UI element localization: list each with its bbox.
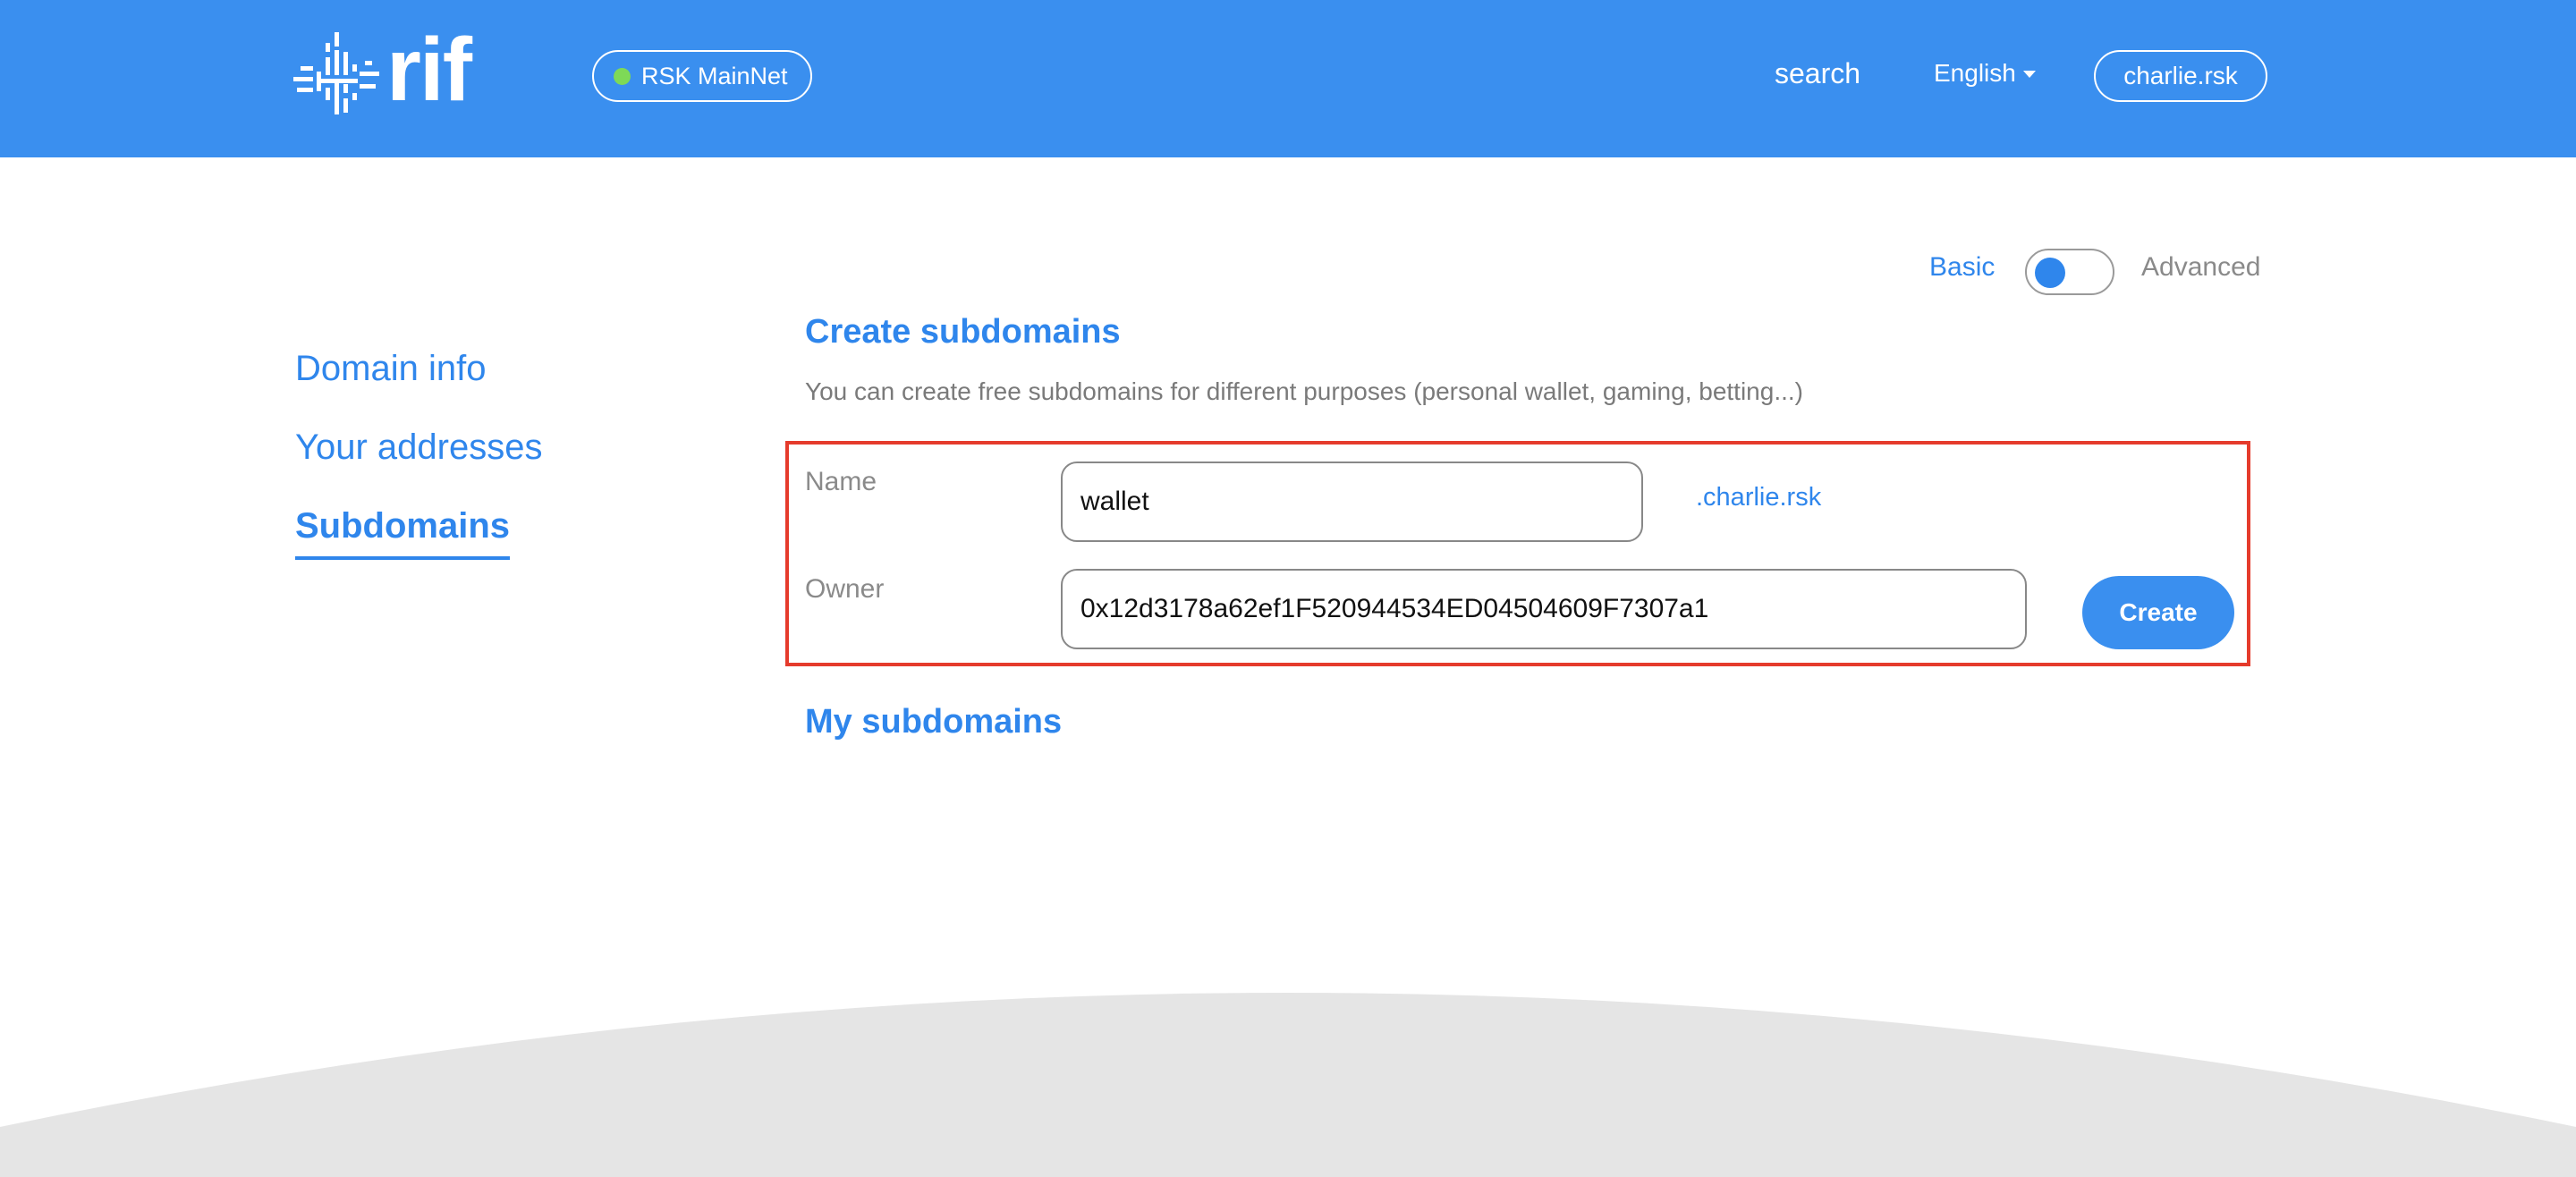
language-label: English xyxy=(1934,59,2016,87)
account-button[interactable]: charlie.rsk xyxy=(2094,50,2267,102)
page: rif RSK MainNet search English charlie.r… xyxy=(0,0,2576,1177)
account-label: charlie.rsk xyxy=(2123,62,2238,89)
create-button[interactable]: Create xyxy=(2082,576,2234,649)
network-indicator[interactable]: RSK MainNet xyxy=(592,50,812,102)
mode-toggle-switch[interactable] xyxy=(2025,249,2114,295)
mode-advanced-label[interactable]: Advanced xyxy=(2141,252,2260,283)
top-header: rif RSK MainNet search English charlie.r… xyxy=(0,0,2576,157)
active-tab-underline xyxy=(295,556,510,560)
rif-logo[interactable]: rif xyxy=(293,25,481,123)
sidebar-item-subdomains[interactable]: Subdomains xyxy=(295,506,510,546)
sidebar-item-domain-info[interactable]: Domain info xyxy=(295,349,486,389)
create-subdomains-description: You can create free subdomains for diffe… xyxy=(805,377,1803,405)
footer-wave xyxy=(0,993,2576,1177)
create-subdomains-title: Create subdomains xyxy=(805,313,1121,351)
logo-wordmark: rif xyxy=(386,20,472,120)
owner-address-input[interactable]: 0x12d3178a62ef1F520944534ED04504609F7307… xyxy=(1061,569,2027,649)
mode-basic-label[interactable]: Basic xyxy=(1929,252,1995,283)
my-subdomains-title: My subdomains xyxy=(805,703,1063,741)
rif-logo-icon xyxy=(293,32,379,114)
owner-label: Owner xyxy=(805,574,885,604)
sidebar-item-your-addresses[interactable]: Your addresses xyxy=(295,428,542,468)
subdomain-name-value: wallet xyxy=(1080,487,1149,516)
domain-suffix: .charlie.rsk xyxy=(1696,483,1822,512)
owner-address-value: 0x12d3178a62ef1F520944534ED04504609F7307… xyxy=(1080,594,1709,623)
name-label: Name xyxy=(805,467,877,496)
toggle-knob xyxy=(2035,258,2065,288)
subdomain-name-input[interactable]: wallet xyxy=(1061,461,1643,542)
network-label: RSK MainNet xyxy=(641,62,788,89)
language-dropdown[interactable]: English xyxy=(1934,59,2036,88)
search-link[interactable]: search xyxy=(1775,57,1860,90)
caret-down-icon xyxy=(2022,71,2036,78)
network-status-dot-icon xyxy=(614,67,631,85)
